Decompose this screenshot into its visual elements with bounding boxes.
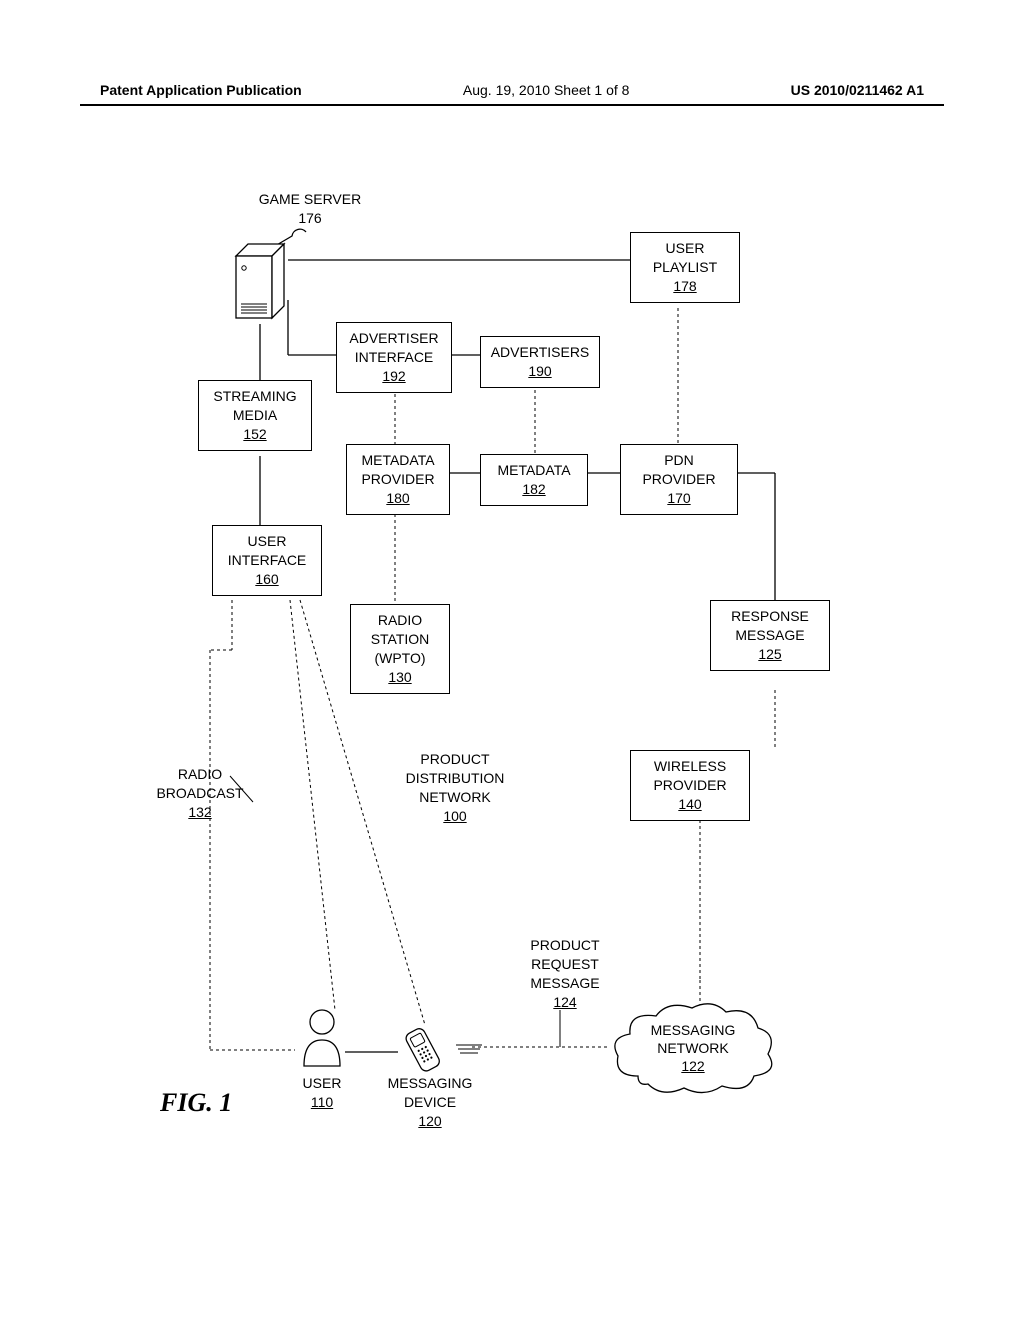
pdn-provider-box: PDN PROVIDER 170: [620, 444, 738, 515]
pdn-label: PRODUCT DISTRIBUTION NETWORK 100: [380, 750, 530, 826]
messaging-device-name: MESSAGING DEVICE: [388, 1075, 473, 1110]
wireless-provider-box: WIRELESS PROVIDER 140: [630, 750, 750, 821]
response-message-box: RESPONSE MESSAGE 125: [710, 600, 830, 671]
advertisers-ref: 190: [528, 363, 551, 379]
wireless-provider-ref: 140: [678, 796, 701, 812]
advertiser-interface-ref: 192: [382, 368, 405, 384]
header-rule: [80, 104, 944, 106]
pdn-name: PRODUCT DISTRIBUTION NETWORK: [406, 751, 505, 805]
advertiser-interface-name: ADVERTISER INTERFACE: [349, 330, 438, 365]
metadata-provider-box: METADATA PROVIDER 180: [346, 444, 450, 515]
wireless-provider-name: WIRELESS PROVIDER: [653, 758, 726, 793]
metadata-ref: 182: [522, 481, 545, 497]
advertisers-name: ADVERTISERS: [491, 344, 590, 360]
game-server-label: GAME SERVER 176: [240, 190, 380, 228]
user-interface-box: USER INTERFACE 160: [212, 525, 322, 596]
metadata-box: METADATA 182: [480, 454, 588, 506]
page-header: Patent Application Publication Aug. 19, …: [100, 82, 924, 98]
user-ref: 110: [311, 1094, 333, 1110]
header-publication: Patent Application Publication: [100, 82, 302, 98]
metadata-name: METADATA: [497, 462, 570, 478]
streaming-media-name: STREAMING MEDIA: [213, 388, 296, 423]
game-server-ref: 176: [298, 210, 321, 226]
user-playlist-ref: 178: [673, 278, 696, 294]
streaming-media-ref: 152: [243, 426, 266, 442]
radio-station-ref: 130: [388, 669, 411, 685]
cloud-icon: MESSAGING NETWORK 122: [608, 998, 778, 1098]
motion-lines-icon: [454, 1042, 484, 1056]
radio-station-name: RADIO STATION (WPTO): [371, 612, 430, 666]
user-playlist-name: USER PLAYLIST: [653, 240, 717, 275]
person-icon: [298, 1008, 346, 1068]
messaging-network-ref: 122: [681, 1057, 704, 1075]
advertiser-interface-box: ADVERTISER INTERFACE 192: [336, 322, 452, 393]
messaging-network-name: MESSAGING NETWORK: [651, 1021, 736, 1057]
advertisers-box: ADVERTISERS 190: [480, 336, 600, 388]
metadata-provider-ref: 180: [386, 490, 409, 506]
user-label: USER 110: [282, 1074, 362, 1112]
radio-station-box: RADIO STATION (WPTO) 130: [350, 604, 450, 694]
user-interface-name: USER INTERFACE: [228, 533, 307, 568]
pdn-provider-name: PDN PROVIDER: [642, 452, 715, 487]
response-message-ref: 125: [758, 646, 781, 662]
figure-1-diagram: GAME SERVER 176 USER PLAYLIST 178 ADVERT…: [140, 190, 880, 1190]
header-date-sheet: Aug. 19, 2010 Sheet 1 of 8: [463, 82, 630, 98]
figure-label: FIG. 1: [160, 1088, 232, 1118]
messaging-device-ref: 120: [418, 1113, 441, 1129]
user-playlist-box: USER PLAYLIST 178: [630, 232, 740, 303]
user-interface-ref: 160: [255, 571, 278, 587]
metadata-provider-name: METADATA PROVIDER: [361, 452, 434, 487]
prm-name: PRODUCT REQUEST MESSAGE: [530, 937, 599, 991]
page: Patent Application Publication Aug. 19, …: [0, 0, 1024, 1320]
user-name: USER: [303, 1075, 342, 1091]
server-icon: [232, 238, 288, 324]
streaming-media-box: STREAMING MEDIA 152: [198, 380, 312, 451]
radio-broadcast-name: RADIO BROADCAST: [156, 766, 243, 801]
response-message-name: RESPONSE MESSAGE: [731, 608, 809, 643]
header-pubnum: US 2010/0211462 A1: [791, 82, 924, 98]
radio-broadcast-ref: 132: [188, 804, 211, 820]
messaging-device-label: MESSAGING DEVICE 120: [370, 1074, 490, 1131]
radio-broadcast-label: RADIO BROADCAST 132: [140, 765, 260, 822]
messaging-network-label: MESSAGING NETWORK 122: [608, 998, 778, 1098]
phone-icon: [398, 1022, 458, 1072]
pdn-ref: 100: [443, 808, 466, 824]
prm-ref: 124: [553, 994, 576, 1010]
game-server-name: GAME SERVER: [259, 191, 361, 207]
pdn-provider-ref: 170: [667, 490, 690, 506]
